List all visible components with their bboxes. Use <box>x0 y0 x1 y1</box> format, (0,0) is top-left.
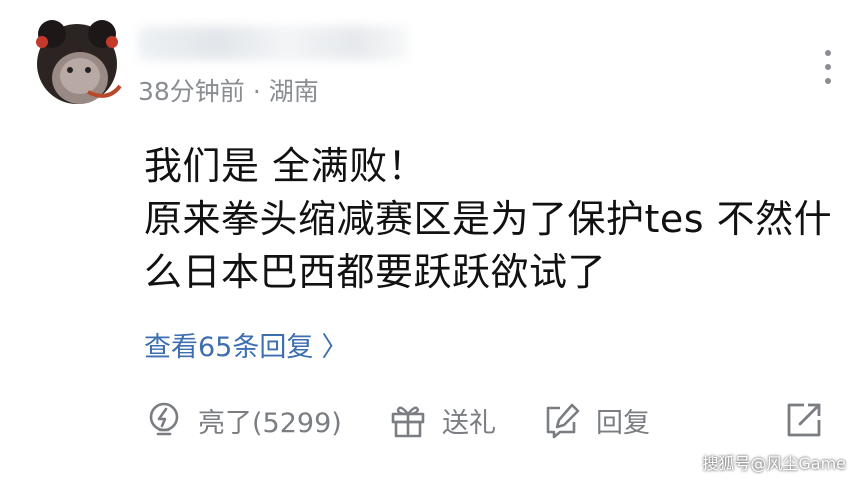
comment-location: 湖南 <box>268 77 319 106</box>
share-icon[interactable] <box>784 400 824 440</box>
gift-icon <box>391 406 425 438</box>
view-replies-label: 查看65条回复 <box>144 332 314 363</box>
gift-label: 送礼 <box>442 407 496 439</box>
comment-meta: 38分钟前 · 湖南 <box>138 76 319 108</box>
comment-actions: 亮了(5299) 送礼 回复 <box>144 396 834 444</box>
lightbulb-icon <box>149 402 179 436</box>
edit-comment-icon <box>546 403 580 439</box>
view-replies-link[interactable]: 查看65条回复〉 <box>144 328 348 368</box>
chevron-right-icon: 〉 <box>321 332 349 363</box>
like-button[interactable]: 亮了(5299) <box>144 396 342 444</box>
watermark: 搜狐号@风尘Game <box>702 454 846 473</box>
like-count: 亮了(5299) <box>198 407 342 439</box>
comment-line: 我们是 全满败！ <box>144 144 427 188</box>
comment-time: 38分钟前 <box>138 77 245 106</box>
gift-button[interactable]: 送礼 <box>388 396 496 444</box>
username-blurred <box>138 26 408 60</box>
meta-separator: · <box>252 77 261 106</box>
more-options-icon[interactable] <box>820 50 836 84</box>
comment-line: 原来拳头缩减赛区是为了保护tes 不然什 <box>144 197 833 241</box>
comment-text: 我们是 全满败！ 原来拳头缩减赛区是为了保护tes 不然什 么日本巴西都要跃跃欲… <box>144 140 844 299</box>
reply-button[interactable]: 回复 <box>542 396 650 444</box>
comment-line: 么日本巴西都要跃跃欲试了 <box>144 250 607 294</box>
user-avatar[interactable] <box>28 12 126 110</box>
reply-label: 回复 <box>596 407 650 439</box>
